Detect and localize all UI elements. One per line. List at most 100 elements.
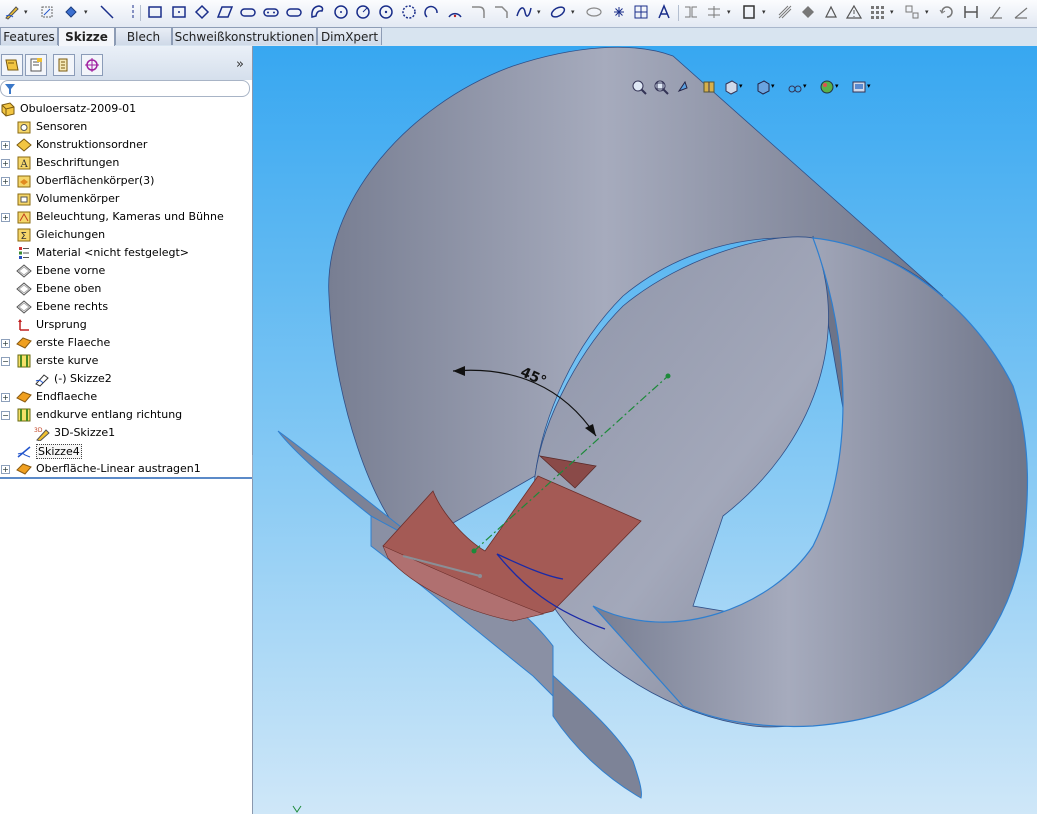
display-style-icon[interactable] xyxy=(755,79,771,97)
zoom-to-fit-icon[interactable] xyxy=(631,79,647,97)
chevron-down-icon[interactable]: ▾ xyxy=(835,82,851,100)
expand-icon[interactable]: + xyxy=(1,213,10,222)
parallelogram-icon[interactable] xyxy=(216,3,234,21)
chevron-down-icon[interactable]: ▾ xyxy=(771,82,787,100)
tree-item[interactable]: (-) Skizze2 xyxy=(0,370,250,388)
tree-item[interactable]: + Oberflächenkörper(3) xyxy=(0,172,250,190)
repair-sketch-icon[interactable] xyxy=(938,3,956,21)
chevron-down-icon[interactable]: ▾ xyxy=(739,82,755,100)
collapse-icon[interactable]: − xyxy=(1,411,10,420)
zoom-area-icon[interactable] xyxy=(653,79,669,97)
filter-field[interactable] xyxy=(0,80,250,97)
ellipse-icon[interactable] xyxy=(549,3,567,21)
partial-ellipse-icon[interactable] xyxy=(585,3,603,21)
graphics-area[interactable]: 45° ▾ ▾ ▾ ▾ ▾ xyxy=(253,46,1037,814)
model-view[interactable] xyxy=(253,46,1037,814)
appearance-icon[interactable] xyxy=(819,79,835,97)
instant-2d-icon[interactable] xyxy=(1012,3,1030,21)
convert-entities-icon[interactable] xyxy=(740,3,758,21)
tree-item[interactable]: − erste kurve xyxy=(0,352,250,370)
straight-slot-icon[interactable] xyxy=(262,3,280,21)
tree-item[interactable]: − endkurve entlang richtung xyxy=(0,406,250,424)
circle-icon[interactable] xyxy=(332,3,350,21)
chevron-down-icon[interactable]: ▾ xyxy=(803,82,819,100)
chevron-down-icon[interactable]: ▾ xyxy=(925,9,931,27)
chevron-down-icon[interactable]: ▾ xyxy=(727,9,733,27)
tree-rollback-bar[interactable] xyxy=(0,477,252,479)
chevron-down-icon[interactable]: ▾ xyxy=(867,82,883,100)
tree-item[interactable]: Sensoren xyxy=(0,118,250,136)
tree-item[interactable]: Ebene oben xyxy=(0,280,250,298)
mirror-icon[interactable] xyxy=(799,3,817,21)
three-point-slot-icon[interactable] xyxy=(308,3,326,21)
expand-icon[interactable]: + xyxy=(1,339,10,348)
configuration-manager-icon[interactable] xyxy=(53,54,75,76)
dashed-circle-icon[interactable] xyxy=(400,3,418,21)
view-orientation-icon[interactable] xyxy=(723,79,739,97)
tree-item[interactable]: Skizze4 xyxy=(0,442,250,460)
arc-slot-icon[interactable] xyxy=(285,3,303,21)
extend-icon[interactable] xyxy=(705,3,723,21)
tree-item[interactable]: + erste Flaeche xyxy=(0,334,250,352)
line-icon[interactable] xyxy=(98,3,116,21)
chevron-down-icon[interactable]: ▾ xyxy=(571,9,577,27)
diamond-icon[interactable] xyxy=(193,3,211,21)
previous-view-icon[interactable] xyxy=(677,79,693,97)
tree-item[interactable]: Volumenkörper xyxy=(0,190,250,208)
tree-item[interactable]: Ebene rechts xyxy=(0,298,250,316)
chamfer-icon[interactable] xyxy=(492,3,510,21)
move-icon[interactable] xyxy=(822,3,840,21)
dimxpert-manager-icon[interactable] xyxy=(81,54,103,76)
text-icon[interactable] xyxy=(655,3,673,21)
hide-show-icon[interactable] xyxy=(787,79,803,97)
rectangle-icon[interactable] xyxy=(146,3,164,21)
property-manager-icon[interactable] xyxy=(25,54,47,76)
feature-manager-icon[interactable] xyxy=(1,54,23,76)
tab-skizze[interactable]: Skizze xyxy=(58,27,115,46)
tree-item[interactable]: + Konstruktionsordner xyxy=(0,136,250,154)
tree-item[interactable]: + Endflaeche xyxy=(0,388,250,406)
tree-item[interactable]: Material <nicht festgelegt> xyxy=(0,244,250,262)
tree-item[interactable]: + Oberfläche-Linear austragen1 xyxy=(0,460,250,478)
trim-icon[interactable] xyxy=(682,3,700,21)
tree-item[interactable]: Ursprung xyxy=(0,316,250,334)
section-view-icon[interactable] xyxy=(701,79,717,97)
chevron-down-icon[interactable]: ▾ xyxy=(537,9,543,27)
tree-item[interactable]: + Beleuchtung, Kameras und Bühne xyxy=(0,208,250,226)
centerpoint-circle-icon[interactable] xyxy=(377,3,395,21)
chevron-down-icon[interactable]: ▾ xyxy=(84,9,90,27)
three-point-arc-icon[interactable] xyxy=(446,3,464,21)
quick-snaps-icon[interactable] xyxy=(962,3,980,21)
tree-item[interactable]: + A Beschriftungen xyxy=(0,154,250,172)
expand-icon[interactable]: + xyxy=(1,159,10,168)
rotate-icon[interactable] xyxy=(38,3,56,21)
warning-icon[interactable] xyxy=(845,3,863,21)
tree-item[interactable]: 3D 3D-Skizze1 xyxy=(0,424,250,442)
display-relations-icon[interactable] xyxy=(903,3,921,21)
tree-item[interactable]: Σ Gleichungen xyxy=(0,226,250,244)
expand-icon[interactable]: + xyxy=(1,141,10,150)
tab-blech[interactable]: Blech xyxy=(115,27,172,45)
grid-icon[interactable] xyxy=(868,3,886,21)
center-rectangle-icon[interactable] xyxy=(170,3,188,21)
smart-dimension-icon[interactable] xyxy=(62,3,80,21)
tab-dimxpert[interactable]: DimXpert xyxy=(317,27,382,45)
grid-snap-icon[interactable] xyxy=(632,3,650,21)
fillet-icon[interactable] xyxy=(469,3,487,21)
centerpoint-arc-icon[interactable] xyxy=(423,3,441,21)
offset-icon[interactable] xyxy=(776,3,794,21)
tab-schweisskonstruktionen[interactable]: Schweißkonstruktionen xyxy=(172,27,317,45)
rapid-sketch-icon[interactable] xyxy=(987,3,1005,21)
slot-icon[interactable] xyxy=(239,3,257,21)
perimeter-circle-icon[interactable] xyxy=(354,3,372,21)
expand-icon[interactable]: + xyxy=(1,465,10,474)
tree-item[interactable]: Obuloersatz-2009-01 xyxy=(0,100,250,118)
chevron-down-icon[interactable]: ▾ xyxy=(24,9,30,27)
chevron-down-icon[interactable]: ▾ xyxy=(890,9,896,27)
filter-icon[interactable] xyxy=(4,83,16,95)
expand-icon[interactable]: + xyxy=(1,177,10,186)
point-icon[interactable] xyxy=(610,3,628,21)
scene-icon[interactable] xyxy=(851,79,867,97)
spline-icon[interactable] xyxy=(515,3,533,21)
expand-icon[interactable]: + xyxy=(1,393,10,402)
